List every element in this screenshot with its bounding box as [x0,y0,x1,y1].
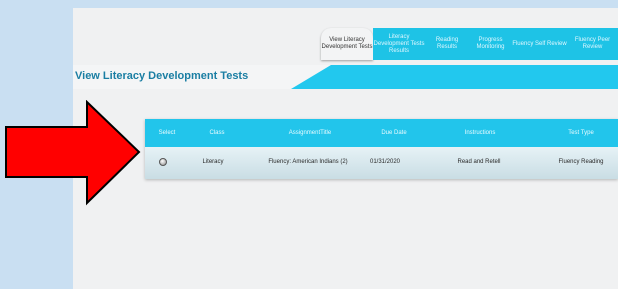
tab-label: Progress Monitoring [476,37,505,50]
cell-due-date: 01/31/2020 [369,159,401,165]
tab-literacy-development-tests-results[interactable]: Literacy Development Tests Results [373,28,425,60]
tab-label: Fluency Self Review [512,40,567,47]
title-angle [291,65,331,89]
tab-label: Reading Results [435,37,459,50]
tab-label-line2: Development Tests [373,40,425,47]
tab-label-line2: Review [582,44,603,50]
tab-label-line1: Literacy [388,33,410,40]
column-header-assignment-title: AssignmentTitle [288,130,332,136]
cell-test-type: Fluency Reading [558,159,604,165]
tab-reading-results[interactable]: Reading Results [425,28,469,60]
column-header-class: Class [209,130,225,136]
column-header-instructions: Instructions [464,130,496,136]
tests-table: Select Class AssignmentTitle Due Date In… [145,119,618,179]
tab-label-line2: Development Tests [321,44,373,50]
cell-class: Literacy [202,159,224,165]
page-title: View Literacy Development Tests [75,70,249,82]
red-arrow-icon [5,100,141,206]
cell-instructions: Read and Retell [457,159,501,165]
cell-assignment-title: Fluency: American Indians (2) [268,159,348,165]
column-header-due-date: Due Date [381,130,407,136]
table-row[interactable]: Literacy Fluency: American Indians (2) 0… [145,147,618,179]
page-title-bar: View Literacy Development Tests [73,65,618,89]
tab-label-line3: Results [388,47,409,54]
tab-view-literacy-development-tests[interactable]: View Literacy Development Tests [321,28,373,60]
tab-label-line1: Fluency Peer [574,37,611,43]
tab-progress-monitoring[interactable]: Progress Monitoring [469,28,512,60]
tab-label-line1: View Literacy [329,37,365,43]
column-header-select: Select [158,130,176,136]
tab-fluency-peer-review[interactable]: Fluency Peer Review [567,28,618,60]
radio-button-icon[interactable] [159,158,167,166]
table-header-row: Select Class AssignmentTitle Due Date In… [145,119,618,147]
column-header-test-type: Test Type [568,130,594,136]
tab-fluency-self-review[interactable]: Fluency Self Review [512,28,567,60]
